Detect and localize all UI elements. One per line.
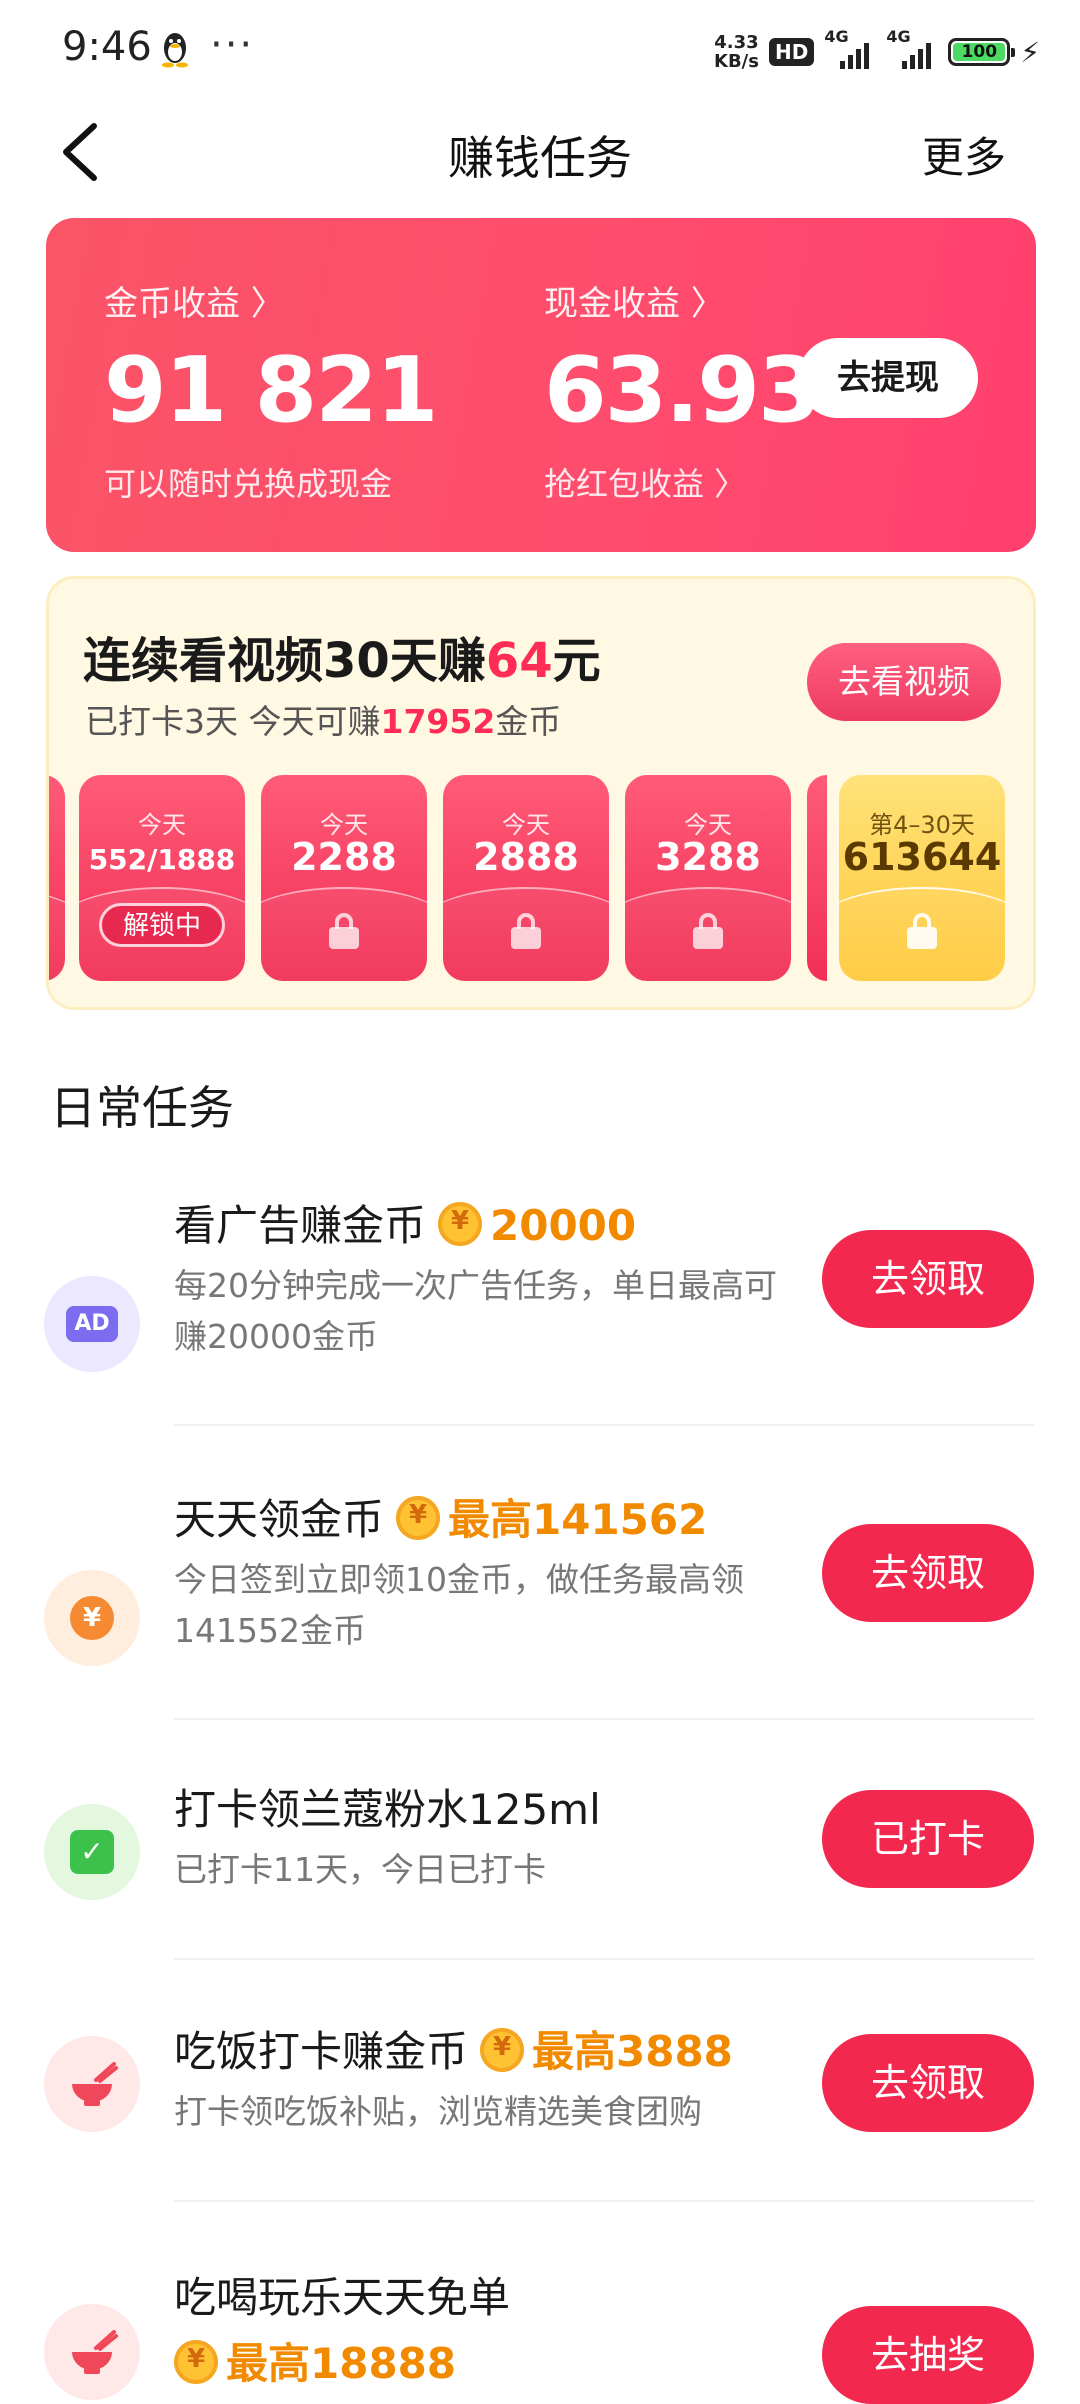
- cash-earnings[interactable]: 现金收益 〉 63.93 抢红包收益 〉: [544, 276, 821, 505]
- more-notifications-icon: ···: [210, 22, 255, 68]
- task-name: 吃喝玩乐天天免单: [174, 2273, 511, 2322]
- claim-button[interactable]: 去领取: [822, 1524, 1034, 1622]
- earnings-card: 金币收益 〉 91 821 可以随时兑换成现金 现金收益 〉 63.93 抢红包…: [46, 218, 1036, 552]
- reward-envelope-day1[interactable]: 今天 552/1888 解锁中: [79, 775, 245, 981]
- red-packet-earnings-link[interactable]: 抢红包收益 〉: [544, 459, 819, 505]
- coin-earnings-hint: 可以随时兑换成现金: [104, 465, 393, 503]
- lock-icon: [511, 913, 541, 949]
- battery-icon: 100: [948, 38, 1016, 66]
- coin-earnings[interactable]: 金币收益 〉 91 821 可以随时兑换成现金: [104, 276, 438, 505]
- charging-icon: ⚡: [1020, 35, 1040, 69]
- task-name: 天天领金币最高141562: [174, 1486, 707, 1547]
- task-reward: 最高3888: [532, 2027, 733, 2076]
- task-item-watch-ads: AD 看广告赚金币20000 每20分钟完成一次广告任务，单日最高可赚20000…: [0, 1180, 1080, 1420]
- checked-in-button[interactable]: 已打卡: [822, 1790, 1034, 1888]
- coin-earnings-label[interactable]: 金币收益 〉: [104, 276, 436, 325]
- task-name: 打卡领兰蔻粉水125ml: [174, 1785, 601, 1834]
- gold-coin-icon: [480, 2028, 525, 2072]
- task-name: 看广告赚金币20000: [174, 1192, 636, 1253]
- more-button[interactable]: 更多: [922, 124, 1006, 185]
- task-description: 每20分钟完成一次广告任务，单日最高可赚20000金币: [174, 1266, 777, 1356]
- status-bar: 9:46 ··· 4.33 KB/s HD 4G 4G 100 ⚡: [0, 0, 1080, 100]
- coin-earnings-value: 91 821: [104, 338, 438, 443]
- reward-envelope-day2[interactable]: 今天 2288: [261, 775, 427, 981]
- signal-icon-2: 4G: [886, 27, 938, 69]
- task-description: 今日签到立即领10金币，做任务最高领141552金币: [174, 1560, 744, 1650]
- divider: [174, 2200, 1034, 2202]
- divider: [174, 1718, 1034, 1720]
- gold-coin-icon: [396, 1496, 441, 1540]
- network-speed: 4.33 KB/s: [714, 32, 759, 72]
- claim-button[interactable]: 去领取: [822, 2034, 1034, 2132]
- reward-envelope-grand[interactable]: 第4–30天 613644: [839, 775, 1005, 981]
- reward-envelope-stack: [807, 775, 827, 981]
- cash-earnings-value: 63.93: [544, 338, 821, 443]
- lock-icon: [693, 913, 723, 949]
- task-reward-line: 最高18888: [162, 2330, 456, 2391]
- qq-penguin-icon: [162, 33, 188, 68]
- daily-tasks-title: 日常任务: [50, 1081, 234, 1135]
- signal-icon: 4G: [824, 27, 876, 69]
- lottery-button[interactable]: 去抽奖: [822, 2306, 1034, 2404]
- task-reward: 最高141562: [448, 1495, 708, 1544]
- reward-envelope-day3[interactable]: 今天 2888: [443, 775, 609, 981]
- status-time: 9:46: [62, 24, 152, 70]
- withdraw-button[interactable]: 去提现: [798, 338, 978, 418]
- task-item-checkin-lancome: ✓ 打卡领兰蔻粉水125ml 已打卡11天，今日已打卡 已打卡: [0, 1764, 1080, 1954]
- checkin-title: 连续看视频30天赚64元: [83, 633, 601, 689]
- calendar-check-icon: ✓: [44, 1804, 140, 1900]
- lock-icon: [329, 913, 359, 949]
- task-name: 吃饭打卡赚金币最高3888: [174, 2018, 733, 2079]
- task-reward: 最高18888: [226, 2339, 457, 2388]
- video-checkin-card: 连续看视频30天赚64元 已打卡3天 今天可赚17952金币 去看视频 今天 5…: [46, 576, 1036, 1010]
- checkin-subtitle: 已打卡3天 今天可赚17952金币: [85, 702, 562, 741]
- nav-bar: 赚钱任务 更多: [0, 100, 1080, 200]
- gold-coin-icon: [174, 2340, 218, 2384]
- task-description: 已打卡11天，今日已打卡: [174, 1850, 546, 1889]
- task-item-meal-checkin: 吃饭打卡赚金币最高3888 打卡领吃饭补贴，浏览精选美食团购 去领取: [0, 2006, 1080, 2206]
- page-title: 赚钱任务: [448, 131, 632, 185]
- gold-coin-icon: [438, 1202, 483, 1246]
- lock-icon: [907, 913, 937, 949]
- status-indicators: 4.33 KB/s HD 4G 4G 100 ⚡: [714, 27, 1040, 74]
- task-item-free-order: 吃喝玩乐天天免单 最高18888 去抽奖: [0, 2250, 1080, 2404]
- reward-envelope-day4[interactable]: 今天 3288: [625, 775, 791, 981]
- yuan-coin-icon: ¥: [44, 1570, 140, 1666]
- reward-envelope-previous: [49, 775, 65, 981]
- claim-button[interactable]: 去领取: [822, 1230, 1034, 1328]
- unlocking-badge: 解锁中: [99, 903, 225, 947]
- task-description: 打卡领吃饭补贴，浏览精选美食团购: [174, 2092, 702, 2131]
- ad-icon: AD: [44, 1276, 140, 1372]
- hd-voice-icon: HD: [768, 38, 815, 66]
- divider: [174, 1424, 1034, 1426]
- cash-earnings-label[interactable]: 现金收益 〉: [544, 276, 819, 325]
- rice-bowl-icon: [44, 2036, 140, 2132]
- task-reward: 20000: [490, 1201, 637, 1250]
- watch-video-button[interactable]: 去看视频: [807, 643, 1001, 721]
- task-item-daily-coins: ¥ 天天领金币最高141562 今日签到立即领10金币，做任务最高领141552…: [0, 1474, 1080, 1714]
- rice-bowl-icon: [44, 2304, 140, 2400]
- divider: [174, 1958, 1034, 1960]
